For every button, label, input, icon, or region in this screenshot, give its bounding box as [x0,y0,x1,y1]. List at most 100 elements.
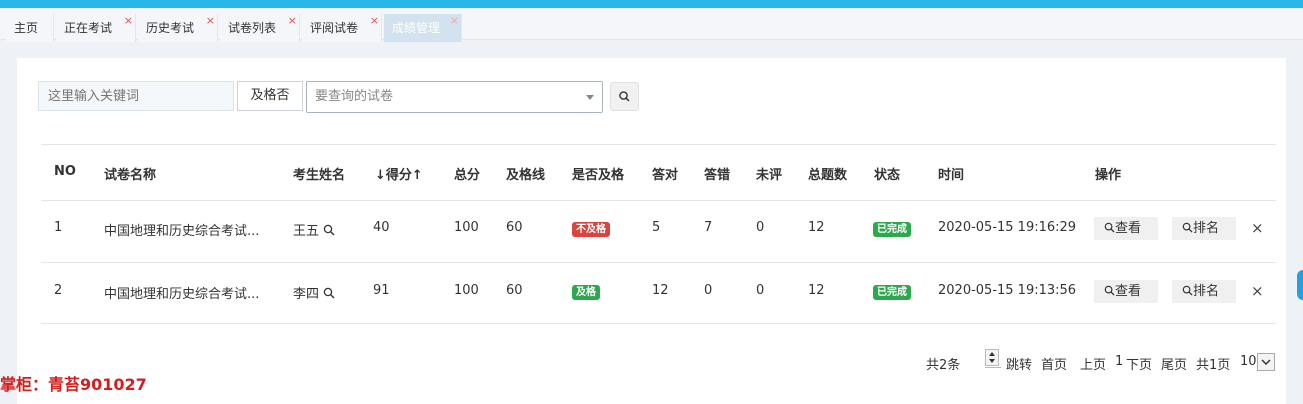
tab-history-exam[interactable]: 历史考试 × [138,14,218,42]
tab-home[interactable]: 主页 [6,14,54,42]
view-label: 查看 [1115,221,1142,236]
header-time: 时间 [938,168,965,183]
table-divider [41,262,1276,263]
current-page: 1 [1115,354,1124,369]
rank-label: 排名 [1193,221,1220,236]
rank-button[interactable]: 排名 [1172,217,1236,240]
chevron-down-icon [586,95,594,100]
first-page-link[interactable]: 首页 [1041,354,1067,373]
cell-question-count: 12 [808,283,825,298]
header-total: 总分 [454,168,481,183]
tab-label: 成绩管理 [392,21,441,35]
tab-label: 历史考试 [146,21,195,35]
page-jump-stepper[interactable] [985,349,999,366]
prev-page-link[interactable]: 上页 [1080,354,1106,373]
header-no: NO [54,164,76,179]
view-button[interactable]: 查看 [1094,280,1158,303]
search-icon [619,91,630,102]
status-badge: 已完成 [873,222,911,237]
header-passed: 是否及格 [572,168,625,183]
tab-label: 主页 [14,21,39,35]
tab-label: 正在考试 [64,21,113,35]
cell-pass-line: 60 [506,220,523,235]
cell-paper-name: 中国地理和历史综合考试... [104,224,260,239]
cell-unreviewed: 0 [756,220,765,235]
header-unreviewed: 未评 [756,168,783,183]
cell-no: 2 [54,283,63,298]
search-icon [1104,285,1115,296]
header-score-sort[interactable]: ↓得分↑ [375,164,423,183]
delete-icon[interactable]: × [1251,282,1264,300]
cell-total: 100 [454,283,479,298]
cell-correct: 12 [652,283,669,298]
keyword-input[interactable] [38,81,234,111]
header-paper-name: 试卷名称 [104,168,157,183]
delete-icon[interactable]: × [1251,219,1264,237]
search-icon[interactable] [323,224,335,236]
paper-select[interactable]: 要查询的试卷 [306,81,603,113]
tab-review-paper[interactable]: 评阅试卷 × [302,14,382,42]
pass-badge: 及格 [572,285,600,300]
header-wrong: 答错 [704,168,731,183]
tab-label: 评阅试卷 [310,21,359,35]
chevron-down-icon [1261,359,1271,366]
close-icon[interactable]: × [450,7,459,35]
total-count: 共2条 [926,358,961,373]
view-button[interactable]: 查看 [1094,217,1158,240]
paper-select-placeholder: 要查询的试卷 [315,89,394,104]
cell-score: 91 [373,283,390,298]
search-icon [1104,222,1115,233]
pass-filter-select[interactable]: 及格否 [237,81,303,111]
cell-wrong: 0 [704,283,713,298]
close-icon[interactable]: × [124,7,133,35]
next-page-link[interactable]: 下页 [1126,354,1152,373]
floating-side-button[interactable] [1297,270,1303,300]
stepper-arrows-icon [989,352,995,363]
last-page-link[interactable]: 尾页 [1161,354,1187,373]
student-name: 李四 [293,287,320,302]
rank-label: 排名 [1193,284,1220,299]
tab-bar: 主页 正在考试 × 历史考试 × 试卷列表 × 评阅试卷 × 成绩管理 × [0,8,1303,42]
page-size-select[interactable] [1257,353,1275,371]
cell-no: 1 [54,220,63,235]
cell-question-count: 12 [808,220,825,235]
jump-link[interactable]: 跳转 [1006,354,1032,373]
close-icon[interactable]: × [370,7,379,35]
tab-paper-list[interactable]: 试卷列表 × [220,14,300,42]
table-divider [41,323,1276,324]
search-icon[interactable] [323,287,335,299]
search-icon [1182,285,1193,296]
fail-badge: 不及格 [572,222,610,237]
cell-score: 40 [373,220,390,235]
cell-wrong: 7 [704,220,713,235]
header-correct: 答对 [652,168,679,183]
page-size-value: 10 [1240,354,1257,369]
close-icon[interactable]: × [288,7,297,35]
cell-correct: 5 [652,220,661,235]
page-jump-input[interactable] [985,367,1001,368]
table-divider [41,200,1276,201]
top-accent-bar [0,0,1303,8]
cell-total: 100 [454,220,479,235]
cell-paper-name: 中国地理和历史综合考试... [104,287,260,302]
close-icon[interactable]: × [206,7,215,35]
rank-button[interactable]: 排名 [1172,280,1236,303]
status-badge: 已完成 [873,285,911,300]
cell-student-name: 王五 [293,220,335,239]
cell-unreviewed: 0 [756,283,765,298]
search-icon [1182,222,1193,233]
view-label: 查看 [1115,284,1142,299]
header-student-name: 考生姓名 [293,168,346,183]
tab-score-management[interactable]: 成绩管理 × [384,14,462,42]
watermark-text: 掌柜：青苔901027 [0,375,147,394]
table-divider [41,144,1276,145]
cell-time: 2020-05-15 19:13:56 [938,283,1077,298]
header-status: 状态 [874,168,901,183]
header-question-count: 总题数 [808,168,848,183]
search-button[interactable] [610,82,639,111]
header-pass-line: 及格线 [506,168,546,183]
total-pages: 共1页 [1196,358,1231,373]
cell-student-name: 李四 [293,283,335,302]
tab-ongoing-exam[interactable]: 正在考试 × [56,14,136,42]
tab-label: 试卷列表 [228,21,277,35]
